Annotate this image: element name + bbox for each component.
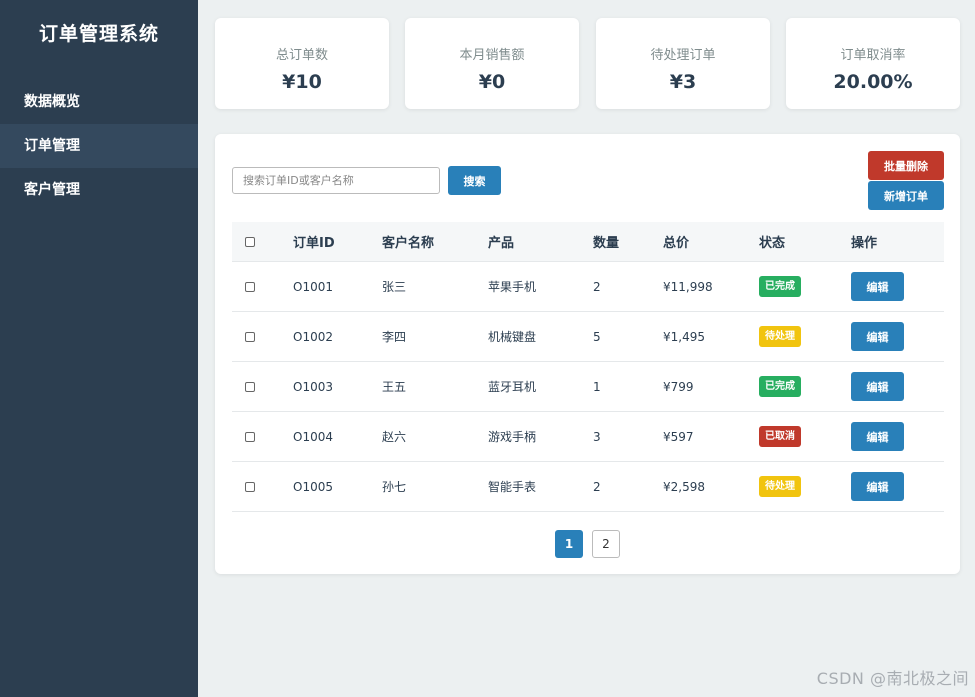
page-button-2[interactable]: 2: [592, 530, 620, 558]
stat-card-monthly-sales: 本月销售额 ¥0: [405, 18, 579, 109]
header-product[interactable]: 产品: [488, 222, 514, 261]
cell-product: 蓝牙耳机: [488, 380, 537, 394]
watermark: CSDN @南北极之间: [816, 669, 969, 688]
cell-customer: 孙七: [382, 480, 407, 494]
stat-value: ¥3: [669, 71, 697, 93]
header-quantity[interactable]: 数量: [593, 222, 619, 261]
edit-button[interactable]: 编辑: [851, 372, 904, 401]
row-select-cell: [245, 362, 255, 411]
edit-button[interactable]: 编辑: [851, 272, 904, 301]
row-checkbox[interactable]: [245, 281, 255, 292]
header-customer[interactable]: 客户名称: [382, 222, 434, 261]
sidebar-item-label: 客户管理: [24, 182, 80, 198]
cell-total: ¥597: [663, 429, 694, 444]
orders-panel: 搜索 批量删除 新增订单 订单ID 客户名称 产品 数量 总价 状态 操作 O1…: [215, 134, 960, 574]
cell-action: 编辑: [851, 362, 904, 411]
row-select-cell: [245, 412, 255, 461]
sidebar-item-label: 数据概览: [24, 94, 80, 110]
stat-card-cancel-rate: 订单取消率 20.00%: [786, 18, 960, 109]
stat-label: 订单取消率: [840, 48, 906, 63]
stat-card-total-orders: 总订单数 ¥10: [215, 18, 389, 109]
header-order-id[interactable]: 订单ID: [293, 222, 335, 261]
table-row: O1001 张三 苹果手机 2 ¥11,998 已完成 编辑: [232, 262, 944, 312]
cell-product: 游戏手柄: [488, 430, 537, 444]
app-root: 订单管理系统 数据概览 订单管理 客户管理 总订单数 ¥10 本月销售额 ¥0 …: [0, 0, 975, 697]
sidebar-item-label: 订单管理: [24, 138, 80, 154]
edit-button[interactable]: 编辑: [851, 422, 904, 451]
stat-label: 本月销售额: [459, 48, 525, 63]
cell-quantity: 2: [593, 479, 601, 494]
stat-label: 待处理订单: [650, 48, 716, 63]
cell-status: 待处理: [759, 312, 801, 361]
cell-quantity: 2: [593, 279, 601, 294]
cell-product: 机械键盘: [488, 330, 537, 344]
cell-product: 智能手表: [488, 480, 537, 494]
cell-order-id: O1004: [293, 429, 333, 444]
app-title: 订单管理系统: [38, 23, 159, 45]
header-status[interactable]: 状态: [759, 222, 785, 261]
cell-order-id: O1003: [293, 379, 333, 394]
cell-quantity: 3: [593, 429, 601, 444]
table-row: O1003 王五 蓝牙耳机 1 ¥799 已完成 编辑: [232, 362, 944, 412]
sidebar-item-orders[interactable]: 订单管理: [0, 124, 198, 168]
cell-total: ¥799: [663, 379, 694, 394]
stat-value: ¥0: [478, 71, 506, 93]
stat-card-pending-orders: 待处理订单 ¥3: [596, 18, 770, 109]
select-all-checkbox[interactable]: [245, 236, 255, 247]
cell-product: 苹果手机: [488, 280, 537, 294]
status-badge: 已完成: [759, 376, 801, 397]
batch-delete-button[interactable]: 批量删除: [868, 151, 944, 180]
row-checkbox[interactable]: [245, 331, 255, 342]
cell-status: 已取消: [759, 412, 801, 461]
status-badge: 已完成: [759, 276, 801, 297]
row-checkbox[interactable]: [245, 481, 255, 492]
cell-quantity: 5: [593, 329, 601, 344]
edit-button[interactable]: 编辑: [851, 472, 904, 501]
cell-quantity: 1: [593, 379, 601, 394]
stat-value: ¥10: [282, 71, 322, 93]
cell-customer: 赵六: [382, 430, 407, 444]
cell-total: ¥11,998: [663, 279, 713, 294]
cell-status: 待处理: [759, 462, 801, 511]
cell-order-id: O1002: [293, 329, 333, 344]
page-button-1[interactable]: 1: [555, 530, 583, 558]
search-input[interactable]: [232, 167, 440, 194]
sidebar: 订单管理系统 数据概览 订单管理 客户管理: [0, 0, 198, 697]
row-select-cell: [245, 312, 255, 361]
status-badge: 待处理: [759, 476, 801, 497]
row-select-cell: [245, 262, 255, 311]
table-row: O1002 李四 机械键盘 5 ¥1,495 待处理 编辑: [232, 312, 944, 362]
row-checkbox[interactable]: [245, 431, 255, 442]
cell-customer: 李四: [382, 330, 407, 344]
cell-action: 编辑: [851, 412, 904, 461]
status-badge: 已取消: [759, 426, 801, 447]
cell-action: 编辑: [851, 262, 904, 311]
cell-customer: 王五: [382, 380, 407, 394]
row-checkbox[interactable]: [245, 381, 255, 392]
sidebar-item-customers[interactable]: 客户管理: [0, 168, 198, 212]
table-row: O1005 孙七 智能手表 2 ¥2,598 待处理 编辑: [232, 462, 944, 512]
cell-status: 已完成: [759, 262, 801, 311]
cell-status: 已完成: [759, 362, 801, 411]
header-total[interactable]: 总价: [663, 222, 689, 261]
sidebar-item-overview[interactable]: 数据概览: [0, 80, 198, 124]
edit-button[interactable]: 编辑: [851, 322, 904, 351]
add-order-button[interactable]: 新增订单: [868, 181, 944, 210]
cell-order-id: O1001: [293, 279, 333, 294]
cell-order-id: O1005: [293, 479, 333, 494]
cell-action: 编辑: [851, 462, 904, 511]
row-select-cell: [245, 462, 255, 511]
table-header: 订单ID 客户名称 产品 数量 总价 状态 操作: [232, 222, 944, 262]
status-badge: 待处理: [759, 326, 801, 347]
cell-total: ¥2,598: [663, 479, 705, 494]
header-action: 操作: [851, 236, 878, 251]
table-row: O1004 赵六 游戏手柄 3 ¥597 已取消 编辑: [232, 412, 944, 462]
cell-total: ¥1,495: [663, 329, 705, 344]
stat-value: 20.00%: [833, 71, 913, 93]
stat-label: 总订单数: [275, 48, 328, 63]
cell-customer: 张三: [382, 280, 407, 294]
cell-action: 编辑: [851, 312, 904, 361]
search-button[interactable]: 搜索: [448, 166, 501, 195]
select-all-cell: [245, 222, 255, 261]
